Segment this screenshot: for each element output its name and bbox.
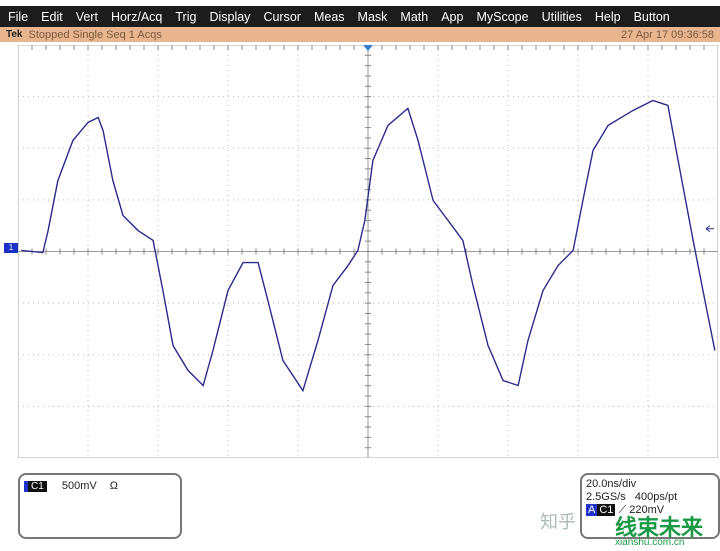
menu-help[interactable]: Help (595, 10, 621, 24)
menu-edit[interactable]: Edit (41, 10, 63, 24)
menu-app[interactable]: App (441, 10, 463, 24)
menu-horzacq[interactable]: Horz/Acq (111, 10, 162, 24)
channel-readout[interactable]: C1 500mV Ω (18, 473, 182, 539)
watermark-url: xianshu.com.cn (615, 537, 685, 548)
trigger-mode: A (586, 504, 598, 516)
sample-rate: 2.5GS/s (586, 491, 626, 503)
menu-button[interactable]: Button (634, 10, 670, 24)
horizontal-scale: 20.0ns/div (586, 478, 637, 490)
trigger-source: C1 (597, 504, 616, 516)
channel-scale: 500mV (61, 480, 97, 492)
channel-coupling: Ω (109, 480, 119, 492)
watermark-zhihu: 知乎 (540, 512, 576, 532)
menu-utilities[interactable]: Utilities (542, 10, 582, 24)
menu-bar: File Edit Vert Horz/Acq Trig Display Cursor Mea… (0, 6, 720, 27)
status-bar: Tek Stopped Single Seq 1 Acqs 27 Apr 17 … (0, 27, 720, 42)
acq-state: Stopped Single Seq 1 Acqs (28, 28, 162, 41)
menu-vert[interactable]: Vert (76, 10, 98, 24)
brand-label: Tek (6, 29, 23, 40)
resolution: 400ps/pt (634, 491, 678, 503)
channel-tag: C1 (24, 481, 47, 492)
datetime: 27 Apr 17 09:36:58 (621, 28, 714, 41)
menu-display[interactable]: Display (209, 10, 250, 24)
menu-meas[interactable]: Meas (314, 10, 345, 24)
menu-file[interactable]: File (8, 10, 28, 24)
trigger-position-icon (363, 45, 373, 51)
menu-math[interactable]: Math (400, 10, 428, 24)
waveform-graticule[interactable] (18, 45, 718, 458)
trigger-level-arrow-icon (705, 225, 714, 233)
menu-cursor[interactable]: Cursor (263, 10, 301, 24)
menu-mask[interactable]: Mask (358, 10, 388, 24)
channel-1-marker[interactable]: 1 (4, 243, 18, 253)
menu-myscope[interactable]: MyScope (476, 10, 528, 24)
menu-trig[interactable]: Trig (175, 10, 196, 24)
